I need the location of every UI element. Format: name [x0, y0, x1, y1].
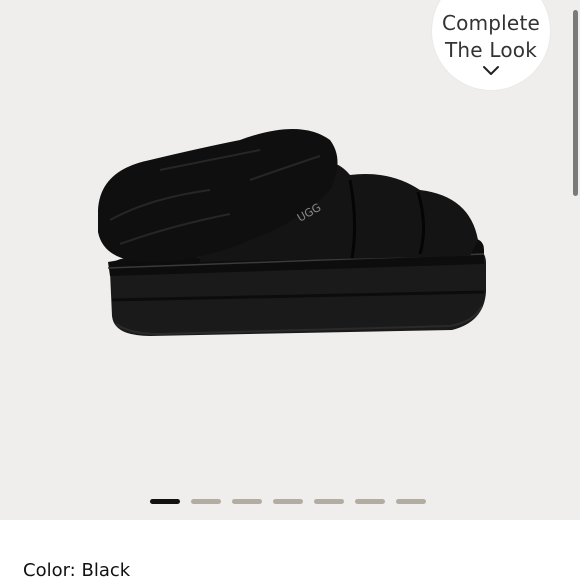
carousel-dot[interactable]	[314, 499, 344, 504]
carousel-dot[interactable]	[273, 499, 303, 504]
color-label: Color: Black	[23, 560, 131, 581]
carousel-dot[interactable]	[150, 499, 180, 504]
carousel-dot[interactable]	[396, 499, 426, 504]
chevron-down-icon	[483, 66, 499, 75]
complete-the-look-line2: The Look	[444, 38, 537, 62]
scrollbar-thumb[interactable]	[573, 10, 578, 196]
carousel-pagination	[150, 499, 426, 504]
carousel-dot[interactable]	[355, 499, 385, 504]
complete-the-look-line1: Complete	[442, 11, 540, 35]
scrollbar[interactable]	[573, 0, 578, 520]
carousel-dot[interactable]	[191, 499, 221, 504]
carousel-dot[interactable]	[232, 499, 262, 504]
